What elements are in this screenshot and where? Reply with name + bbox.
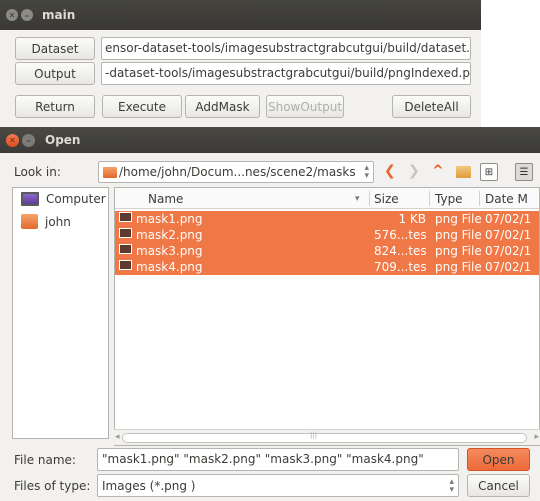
icon-view-icon[interactable]: ⊞ — [480, 163, 498, 181]
column-separator — [479, 191, 480, 206]
file-size: 576...tes — [374, 228, 427, 242]
file-type-label: Files of type: — [14, 479, 91, 493]
file-size: 1 KB — [398, 212, 426, 226]
back-arrow-icon[interactable]: ❮ — [384, 163, 396, 179]
file-row[interactable]: mask1.png 1 KB png File 07/02/1 — [115, 211, 539, 227]
scrollbar-thumb[interactable] — [122, 433, 527, 443]
sort-arrow-icon: ▾ — [355, 194, 360, 204]
file-name-label: File name: — [14, 453, 76, 467]
computer-icon — [21, 192, 39, 206]
places-sidebar: Computer john — [12, 187, 109, 439]
dialog-title-bar: ✕ – Open — [0, 127, 540, 153]
horizontal-scrollbar[interactable]: ◂ ||| ▸ — [114, 429, 540, 445]
file-type-value: Images (*.png ) — [102, 478, 196, 493]
file-list: Name ▾ Size Type Date M mask1.png 1 KB p… — [114, 187, 540, 446]
column-header-size[interactable]: Size — [374, 192, 399, 206]
image-file-icon — [119, 212, 132, 222]
file-name: mask3.png — [136, 244, 203, 258]
open-dialog: ✕ – Open Look in: /home/john/Docum...nes… — [0, 127, 540, 501]
file-date: 07/02/1 — [485, 228, 532, 242]
column-header-date[interactable]: Date M — [485, 192, 528, 206]
file-size: 709...tes — [374, 260, 427, 274]
scroll-left-icon[interactable]: ◂ — [115, 432, 120, 442]
column-separator — [369, 191, 370, 206]
close-icon[interactable]: ✕ — [6, 133, 19, 147]
minimize-icon[interactable]: – — [22, 133, 35, 147]
file-date: 07/02/1 — [485, 244, 532, 258]
look-in-combo[interactable]: /home/john/Docum...nes/scene2/masks ▴ ▾ — [98, 161, 374, 183]
dialog-title: Open — [45, 133, 81, 147]
spin-arrows-icon: ▴ ▾ — [449, 476, 454, 495]
addmask-button[interactable]: AddMask — [185, 95, 260, 118]
open-button[interactable]: Open — [467, 448, 530, 471]
sidebar-item-computer[interactable]: Computer — [21, 192, 106, 206]
main-window: ✕ – main Dataset ensor-dataset-tools/ima… — [0, 0, 481, 130]
column-separator — [429, 191, 430, 206]
file-type: png File — [435, 212, 482, 226]
look-in-label: Look in: — [14, 165, 61, 179]
column-header-name[interactable]: Name — [148, 192, 183, 206]
column-header-type[interactable]: Type — [435, 192, 463, 206]
output-path-field[interactable]: -dataset-tools/imagesubstractgrabcutgui/… — [101, 62, 471, 85]
scroll-right-icon[interactable]: ▸ — [534, 432, 539, 442]
image-file-icon — [119, 228, 132, 238]
dataset-button[interactable]: Dataset — [15, 37, 95, 60]
file-list-header: Name ▾ Size Type Date M — [115, 188, 539, 209]
deleteall-button[interactable]: DeleteAll — [392, 95, 471, 118]
image-file-icon — [119, 244, 132, 254]
scroll-grip-icon: ||| — [310, 431, 318, 439]
showoutput-button[interactable]: ShowOutput — [266, 95, 344, 118]
file-type: png File — [435, 244, 482, 258]
file-type: png File — [435, 228, 482, 242]
folder-icon — [103, 166, 117, 178]
detail-view-icon[interactable]: ☰ — [515, 163, 533, 181]
spin-arrows-icon: ▴ ▾ — [364, 163, 369, 181]
main-title-bar: ✕ – main — [0, 0, 481, 30]
parent-folder-arrow-icon[interactable]: ^ — [432, 163, 444, 179]
file-date: 07/02/1 — [485, 260, 532, 274]
execute-button[interactable]: Execute — [102, 95, 182, 118]
file-name: mask2.png — [136, 228, 203, 242]
cancel-button[interactable]: Cancel — [467, 474, 530, 497]
look-in-path: /home/john/Docum...nes/scene2/masks — [119, 165, 356, 179]
file-type-combo[interactable]: Images (*.png ) ▴ ▾ — [97, 474, 459, 497]
file-type: png File — [435, 260, 482, 274]
file-size: 824...tes — [374, 244, 427, 258]
close-icon[interactable]: ✕ — [6, 9, 18, 21]
dataset-path-field[interactable]: ensor-dataset-tools/imagesubstractgrabcu… — [101, 37, 471, 60]
forward-arrow-icon[interactable]: ❯ — [408, 163, 420, 179]
file-date: 07/02/1 — [485, 212, 532, 226]
new-folder-icon[interactable] — [456, 166, 471, 178]
file-row[interactable]: mask4.png 709...tes png File 07/02/1 — [115, 259, 539, 275]
home-folder-icon — [21, 214, 38, 229]
file-name-input[interactable]: "mask1.png" "mask2.png" "mask3.png" "mas… — [97, 448, 459, 471]
file-row[interactable]: mask3.png 824...tes png File 07/02/1 — [115, 243, 539, 259]
file-name: mask4.png — [136, 260, 203, 274]
sidebar-item-label: Computer — [46, 192, 106, 206]
return-button[interactable]: Return — [15, 95, 95, 118]
sidebar-item-john[interactable]: john — [21, 214, 71, 229]
file-name: mask1.png — [136, 212, 203, 226]
sidebar-item-label: john — [45, 214, 71, 229]
output-button[interactable]: Output — [15, 62, 95, 85]
file-row[interactable]: mask2.png 576...tes png File 07/02/1 — [115, 227, 539, 243]
minimize-icon[interactable]: – — [21, 9, 33, 21]
image-file-icon — [119, 260, 132, 270]
window-title: main — [42, 8, 76, 22]
